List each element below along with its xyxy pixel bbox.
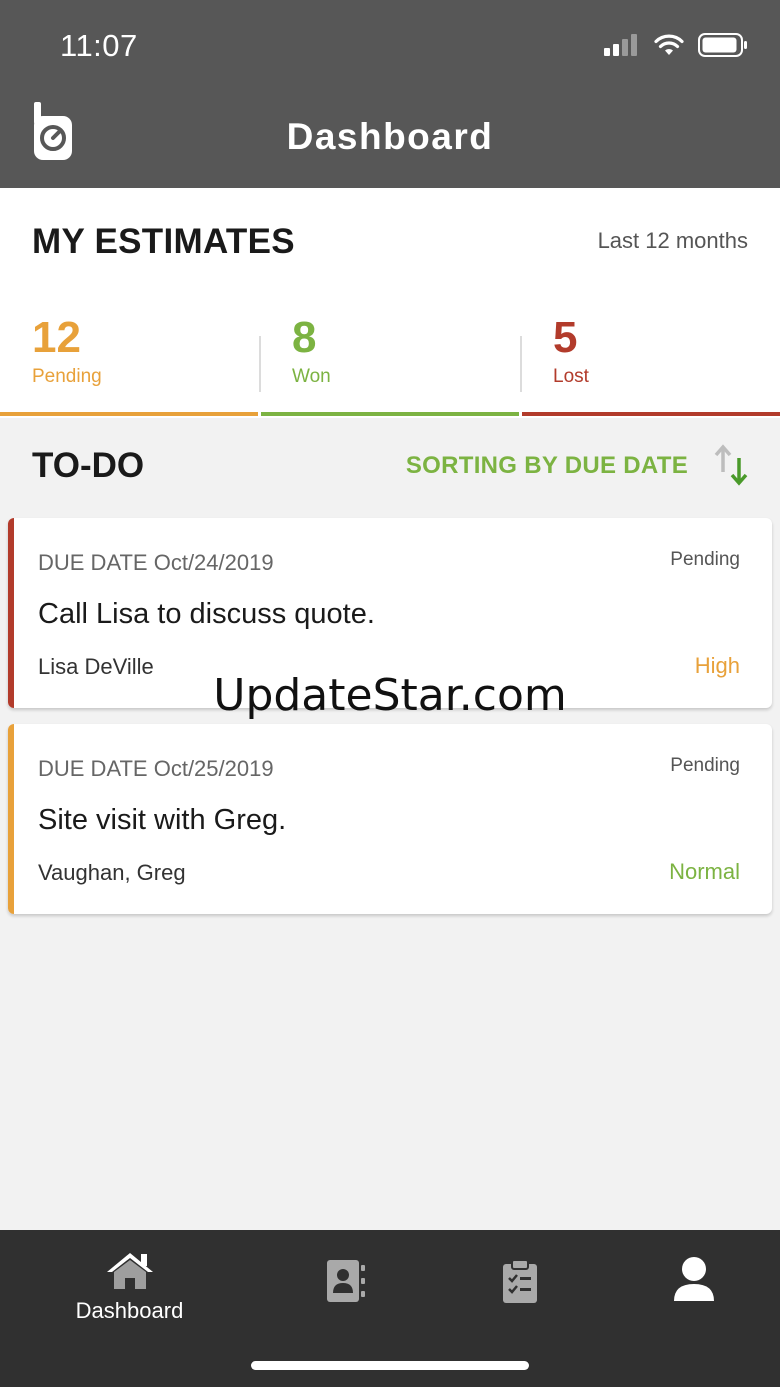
stat-pending-value: 12: [32, 313, 81, 362]
card-title: Site visit with Greg.: [38, 804, 287, 836]
card-contact: Vaughan, Greg: [38, 860, 186, 885]
stat-divider: [259, 336, 261, 392]
card-contact: Lisa DeVille: [38, 654, 154, 679]
sorting-label[interactable]: SORTING BY DUE DATE: [406, 452, 688, 480]
status-time: 11:07: [60, 28, 138, 63]
card-priority: High: [694, 653, 740, 678]
tab-dashboard[interactable]: Dashboard: [32, 1230, 227, 1340]
clipboard-checklist-icon: [490, 1258, 550, 1304]
stat-lost-label: Lost: [553, 366, 589, 387]
todo-header: TO-DO SORTING BY DUE DATE: [0, 418, 780, 518]
tab-contacts[interactable]: [248, 1230, 443, 1340]
stat-won-value: 8: [292, 313, 317, 362]
home-indicator[interactable]: [251, 1361, 529, 1370]
wifi-icon: [654, 34, 684, 55]
sort-arrows-icon[interactable]: [714, 444, 750, 486]
won-bar: [261, 412, 519, 416]
home-icon: [100, 1248, 160, 1294]
signal-bars-icon: [604, 34, 637, 56]
stat-lost[interactable]: 5 Lost: [553, 314, 589, 388]
estimates-period[interactable]: Last 12 months: [598, 228, 748, 254]
stat-pending-label: Pending: [32, 366, 102, 387]
tab-dashboard-label: Dashboard: [75, 1298, 184, 1323]
stat-pending[interactable]: 12 Pending: [32, 314, 102, 388]
card-title: Call Lisa to discuss quote.: [38, 598, 375, 630]
card-accent-bar: [8, 724, 14, 914]
lost-bar: [522, 412, 780, 416]
battery-icon: [698, 33, 747, 57]
todo-title: TO-DO: [32, 446, 145, 485]
todo-card[interactable]: DUE DATE Oct/24/2019 Pending Call Lisa t…: [8, 518, 772, 708]
tab-tasks[interactable]: [422, 1230, 617, 1340]
card-due-date: DUE DATE Oct/24/2019: [38, 550, 274, 575]
estimates-panel: MY ESTIMATES Last 12 months 12 Pending 8…: [0, 188, 780, 418]
contacts-icon: [316, 1258, 376, 1304]
card-status: Pending: [670, 755, 740, 776]
status-bar: 11:07: [0, 0, 780, 92]
stat-won-label: Won: [292, 366, 331, 387]
status-icons: [604, 33, 748, 57]
app-header: Dashboard: [0, 92, 780, 188]
todo-card[interactable]: DUE DATE Oct/25/2019 Pending Site visit …: [8, 724, 772, 914]
user-profile-icon: [664, 1256, 724, 1302]
stat-lost-value: 5: [553, 313, 578, 362]
pending-bar: [0, 412, 258, 416]
estimates-title: MY ESTIMATES: [32, 222, 295, 261]
tab-profile[interactable]: [596, 1230, 780, 1340]
card-due-date: DUE DATE Oct/25/2019: [38, 756, 274, 781]
card-priority: Normal: [669, 859, 740, 884]
card-status: Pending: [670, 549, 740, 570]
card-accent-bar: [8, 518, 14, 708]
stat-divider: [520, 336, 522, 392]
page-title: Dashboard: [286, 116, 494, 157]
stat-won[interactable]: 8 Won: [292, 314, 331, 388]
